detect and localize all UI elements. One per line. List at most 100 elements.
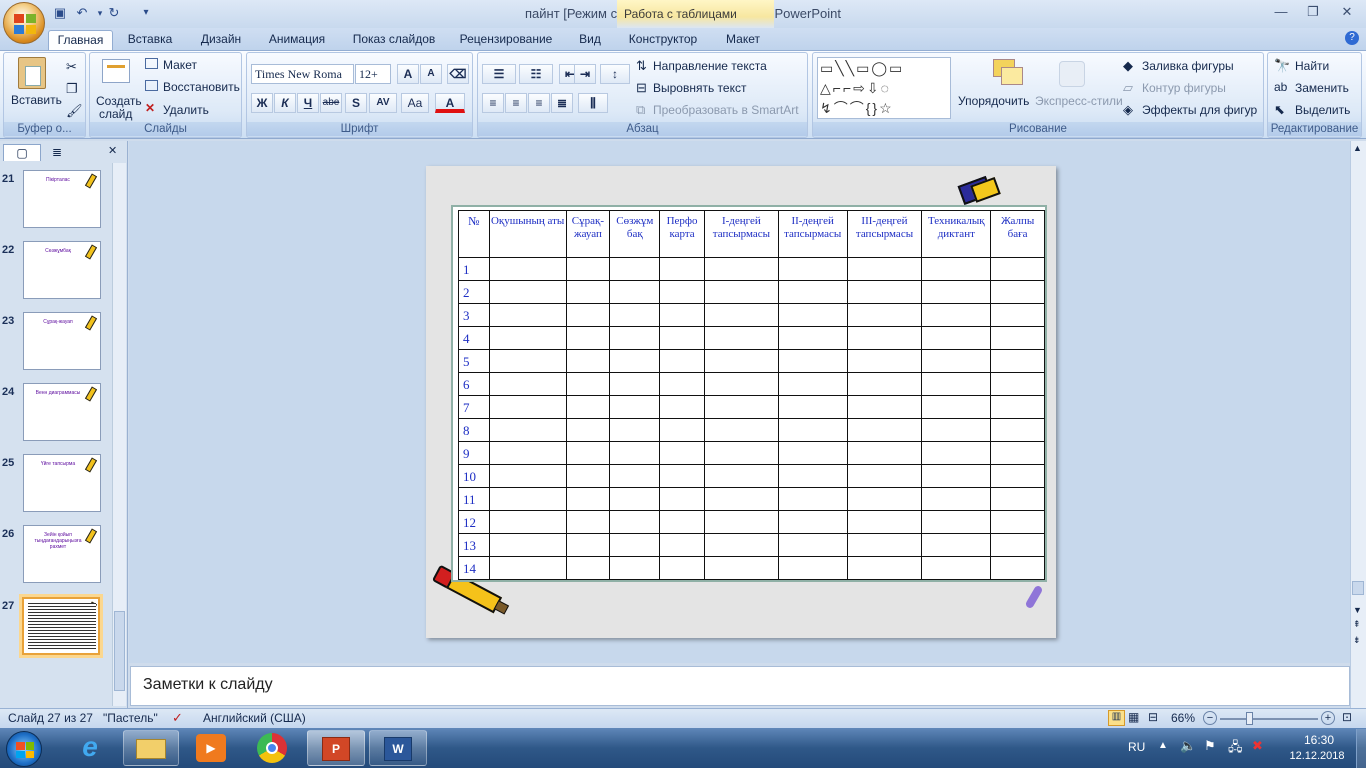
table-cell[interactable] — [659, 556, 705, 580]
table-cell[interactable] — [990, 395, 1045, 419]
table-header-cell[interactable]: № — [458, 210, 490, 258]
align-left-icon[interactable]: ≡ — [482, 93, 504, 113]
zoom-slider-thumb[interactable] — [1246, 712, 1253, 725]
table-cell[interactable] — [609, 487, 661, 511]
input-language[interactable]: RU — [1128, 740, 1145, 754]
table-cell[interactable] — [703, 372, 779, 396]
tab-home[interactable]: Главная — [48, 30, 113, 51]
table-cell[interactable] — [609, 464, 661, 488]
media-player-icon[interactable]: ▶ — [196, 734, 226, 762]
table-cell[interactable] — [565, 326, 611, 350]
increase-indent-icon[interactable]: ⇥ — [574, 64, 596, 84]
paste-button[interactable]: Вставить — [11, 93, 62, 107]
row-number-cell[interactable]: 1 — [458, 257, 490, 281]
table-cell[interactable] — [990, 487, 1045, 511]
table-cell[interactable] — [846, 418, 923, 442]
table-cell[interactable] — [846, 257, 923, 281]
table-header-cell[interactable]: І-деңгей тапсырмасы — [703, 210, 779, 258]
table-cell[interactable] — [609, 556, 661, 580]
table-cell[interactable] — [659, 257, 705, 281]
table-cell[interactable] — [921, 464, 992, 488]
table-cell[interactable] — [990, 533, 1045, 557]
table-cell[interactable] — [659, 326, 705, 350]
row-number-cell[interactable]: 7 — [458, 395, 490, 419]
table-cell[interactable] — [609, 395, 661, 419]
tab-constructor[interactable]: Конструктор — [622, 30, 704, 51]
table-cell[interactable] — [703, 395, 779, 419]
cut-icon[interactable]: ✂ — [66, 59, 77, 75]
copy-icon[interactable]: ❐ — [66, 81, 78, 97]
table-cell[interactable] — [703, 418, 779, 442]
panel-close-icon[interactable]: ✕ — [108, 144, 117, 157]
table-cell[interactable] — [488, 395, 567, 419]
slide-thumbnail[interactable]: Үйге тапсырма — [23, 454, 101, 512]
close-icon[interactable]: ✕ — [1334, 3, 1360, 21]
explorer-taskbar-button[interactable] — [123, 730, 179, 766]
clock-date[interactable]: 12.12.2018 — [1284, 750, 1350, 762]
align-text-button[interactable]: Выровнять текст — [653, 81, 746, 95]
format-painter-icon[interactable]: 🖌 — [66, 103, 83, 119]
table-cell[interactable] — [659, 464, 705, 488]
table-cell[interactable] — [565, 533, 611, 557]
table-cell[interactable] — [846, 303, 923, 327]
find-button[interactable]: Найти — [1295, 59, 1329, 73]
table-cell[interactable] — [609, 418, 661, 442]
font-name-input[interactable]: Times New Roma — [251, 64, 354, 84]
network-icon[interactable]: 🖧 — [1228, 738, 1243, 760]
table-cell[interactable] — [565, 556, 611, 580]
table-cell[interactable] — [703, 349, 779, 373]
minimize-icon[interactable]: — — [1268, 3, 1294, 21]
row-number-cell[interactable]: 2 — [458, 280, 490, 304]
fit-window-icon[interactable]: ⊡ — [1342, 710, 1352, 724]
table-cell[interactable] — [609, 303, 661, 327]
tab-design[interactable]: Дизайн — [192, 30, 250, 51]
table-cell[interactable] — [777, 418, 848, 442]
new-slide-button-2[interactable]: слайд — [99, 107, 132, 121]
table-header-cell[interactable]: Оқушының аты — [488, 210, 567, 258]
table-cell[interactable] — [565, 257, 611, 281]
flag-icon[interactable]: ⚑ — [1204, 738, 1216, 754]
table-cell[interactable] — [659, 418, 705, 442]
scroll-down-icon[interactable]: ▼ — [1353, 605, 1362, 615]
font-size-input[interactable]: 12+ — [355, 64, 391, 84]
table-cell[interactable] — [990, 257, 1045, 281]
bullets-icon[interactable]: ☰ — [482, 64, 516, 84]
table-cell[interactable] — [609, 280, 661, 304]
table-cell[interactable] — [488, 556, 567, 580]
tab-slideshow[interactable]: Показ слайдов — [346, 30, 442, 51]
zoom-slider[interactable] — [1220, 718, 1318, 720]
slide-thumbnail[interactable]: Сұрақ-жауап — [23, 312, 101, 370]
help-icon[interactable]: ? — [1345, 31, 1359, 45]
row-number-cell[interactable]: 14 — [458, 556, 490, 580]
next-slide-icon[interactable]: ⇟ — [1353, 635, 1361, 646]
table-cell[interactable] — [921, 372, 992, 396]
new-slide-icon[interactable] — [102, 59, 130, 83]
bold-button[interactable]: Ж — [251, 93, 273, 113]
row-number-cell[interactable]: 13 — [458, 533, 490, 557]
scroll-thumb[interactable] — [1352, 581, 1364, 595]
table-cell[interactable] — [659, 303, 705, 327]
change-case-button[interactable]: Aa — [401, 93, 429, 113]
table-cell[interactable] — [921, 487, 992, 511]
table-cell[interactable] — [990, 303, 1045, 327]
table-cell[interactable] — [777, 372, 848, 396]
table-cell[interactable] — [777, 395, 848, 419]
font-color-button[interactable]: A — [435, 93, 465, 113]
underline-button[interactable]: Ч — [297, 93, 319, 113]
zoom-level[interactable]: 66% — [1171, 711, 1195, 725]
tab-animation[interactable]: Анимация — [262, 30, 332, 51]
table-cell[interactable] — [921, 418, 992, 442]
align-right-icon[interactable]: ≡ — [528, 93, 550, 113]
table-cell[interactable] — [921, 533, 992, 557]
shapes-gallery[interactable]: ▭╲╲▭◯▭ △⌐⌐⇨⇩◌ ↯⌒⌒{}☆ — [817, 57, 951, 119]
table-cell[interactable] — [488, 487, 567, 511]
table-header-cell[interactable]: Сөзжұм бақ — [609, 210, 661, 258]
table-cell[interactable] — [565, 441, 611, 465]
table-cell[interactable] — [565, 303, 611, 327]
align-center-icon[interactable]: ≡ — [505, 93, 527, 113]
vertical-scrollbar[interactable]: ▲ ▼ ⇞ ⇟ — [1350, 141, 1366, 708]
arrange-button[interactable]: Упорядочить — [958, 94, 1029, 108]
row-number-cell[interactable]: 10 — [458, 464, 490, 488]
table-cell[interactable] — [990, 326, 1045, 350]
table-header-cell[interactable]: ІІІ-деңгей тапсырмасы — [846, 210, 923, 258]
